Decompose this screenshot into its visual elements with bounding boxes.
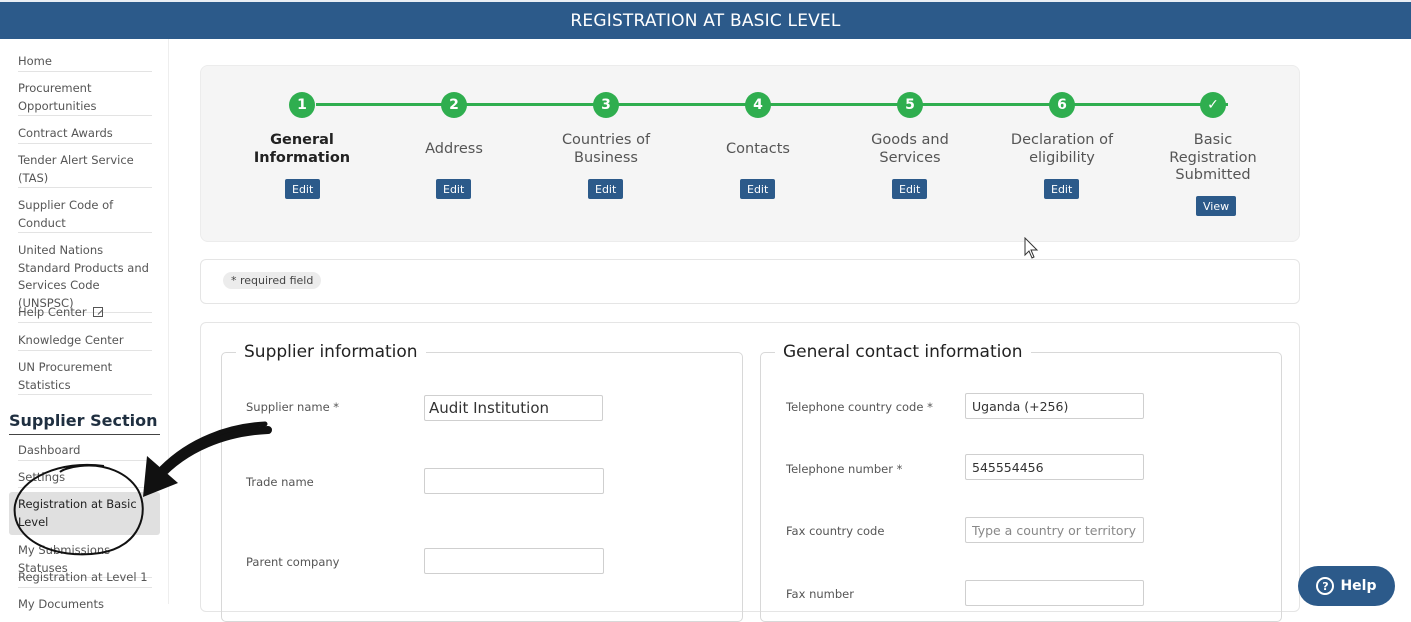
- fax-number-input[interactable]: [965, 580, 1144, 606]
- page-title: REGISTRATION AT BASIC LEVEL: [570, 10, 841, 31]
- sidebar-item-label: Procurement Opportunities: [18, 81, 97, 113]
- sidebar-item-home[interactable]: Home: [18, 53, 152, 72]
- supplier-name-label: Supplier name *: [246, 400, 340, 414]
- general-contact-information-legend: General contact information: [783, 342, 1023, 362]
- sidebar-item-label: Settings: [18, 470, 66, 484]
- step-4-complete-icon: 4: [745, 92, 771, 118]
- step-7-label: Basic Registration Submitted: [1169, 132, 1257, 183]
- telephone-country-code-label: Telephone country code *: [786, 400, 933, 414]
- step-6-label: Declaration of eligibility: [1010, 132, 1114, 166]
- help-button[interactable]: ? Help: [1298, 566, 1395, 606]
- sidebar-item-registration-level-1[interactable]: Registration at Level 1: [18, 569, 152, 588]
- step-7-view-button[interactable]: View: [1196, 196, 1237, 216]
- sidebar-item-label: Registration at Level 1: [18, 570, 148, 584]
- sidebar-item-tender-alert-service[interactable]: Tender Alert Service (TAS): [18, 152, 152, 188]
- sidebar-item-label: Tender Alert Service (TAS): [18, 153, 134, 185]
- supplier-section-title: Supplier Section: [9, 411, 160, 435]
- step-3-label: Countries of Business: [561, 132, 651, 166]
- telephone-number-input[interactable]: [965, 454, 1144, 480]
- parent-company-input[interactable]: [424, 548, 604, 574]
- page-header: REGISTRATION AT BASIC LEVEL: [0, 0, 1411, 39]
- step-6-edit-button[interactable]: Edit: [1044, 179, 1080, 199]
- trade-name-label: Trade name: [246, 475, 314, 489]
- telephone-country-code-input[interactable]: [965, 393, 1144, 419]
- step-7-checkmark-icon: ✓: [1200, 92, 1226, 118]
- sidebar-item-label: Registration at Basic Level: [18, 497, 137, 529]
- step-1-complete-icon: 1: [289, 92, 315, 118]
- required-field-note-box: * required field: [200, 259, 1300, 304]
- supplier-name-input[interactable]: [424, 395, 603, 421]
- step-4-label: Contacts: [726, 141, 790, 157]
- step-3-edit-button[interactable]: Edit: [588, 179, 624, 199]
- trade-name-input[interactable]: [424, 468, 604, 494]
- sidebar: Home Procurement Opportunities Contract …: [0, 39, 169, 611]
- sidebar-item-un-procurement-statistics[interactable]: UN Procurement Statistics: [18, 359, 152, 395]
- step-1-edit-button[interactable]: Edit: [285, 179, 321, 199]
- sidebar-item-my-documents[interactable]: My Documents: [18, 596, 152, 614]
- step-5-complete-icon: 5: [897, 92, 923, 118]
- mouse-cursor-icon: [1024, 237, 1039, 259]
- sidebar-item-label: Dashboard: [18, 443, 81, 457]
- step-5-edit-button[interactable]: Edit: [892, 179, 928, 199]
- supplier-information-legend: Supplier information: [244, 342, 418, 362]
- sidebar-item-supplier-code-of-conduct[interactable]: Supplier Code of Conduct: [18, 197, 152, 233]
- sidebar-item-label: United Nations Standard Products and Ser…: [18, 243, 149, 310]
- sidebar-item-label: My Documents: [18, 597, 104, 611]
- step-2-complete-icon: 2: [441, 92, 467, 118]
- sidebar-item-unspsc[interactable]: United Nations Standard Products and Ser…: [18, 242, 152, 313]
- step-2-edit-button[interactable]: Edit: [436, 179, 472, 199]
- external-link-icon: [92, 307, 103, 317]
- step-4-edit-button[interactable]: Edit: [740, 179, 776, 199]
- fax-country-code-label: Fax country code: [786, 524, 885, 538]
- help-button-label: Help: [1340, 578, 1377, 594]
- sidebar-item-label: Supplier Code of Conduct: [18, 198, 114, 230]
- question-mark-icon: ?: [1316, 577, 1335, 595]
- step-6-complete-icon: 6: [1049, 92, 1075, 118]
- registration-stepper: 1 2 3 4 5 6 ✓ General Information Addres…: [200, 65, 1300, 242]
- sidebar-item-label: Home: [18, 54, 52, 68]
- step-3-complete-icon: 3: [593, 92, 619, 118]
- required-field-note: * required field: [223, 272, 322, 289]
- telephone-number-label: Telephone number *: [786, 462, 903, 476]
- sidebar-item-help-center[interactable]: Help Center: [18, 304, 152, 323]
- fax-country-code-input[interactable]: [965, 517, 1144, 543]
- registration-form: Supplier information Supplier name * Tra…: [200, 322, 1300, 622]
- sidebar-item-dashboard[interactable]: Dashboard: [18, 442, 152, 461]
- sidebar-item-procurement-opportunities[interactable]: Procurement Opportunities: [18, 80, 152, 116]
- fax-number-label: Fax number: [786, 587, 854, 601]
- sidebar-item-contract-awards[interactable]: Contract Awards: [18, 125, 152, 144]
- step-5-label: Goods and Services: [871, 132, 949, 166]
- sidebar-item-registration-basic-level[interactable]: Registration at Basic Level: [9, 492, 160, 535]
- sidebar-item-label: Knowledge Center: [18, 333, 124, 347]
- sidebar-item-label: Help Center: [18, 305, 87, 319]
- parent-company-label: Parent company: [246, 555, 340, 569]
- sidebar-item-label: UN Procurement Statistics: [18, 360, 113, 392]
- step-1-label: General Information: [253, 132, 351, 166]
- sidebar-item-knowledge-center[interactable]: Knowledge Center: [18, 332, 152, 351]
- step-2-label: Address: [425, 141, 483, 157]
- sidebar-item-label: Contract Awards: [18, 126, 113, 140]
- sidebar-item-settings[interactable]: Settings: [18, 469, 152, 488]
